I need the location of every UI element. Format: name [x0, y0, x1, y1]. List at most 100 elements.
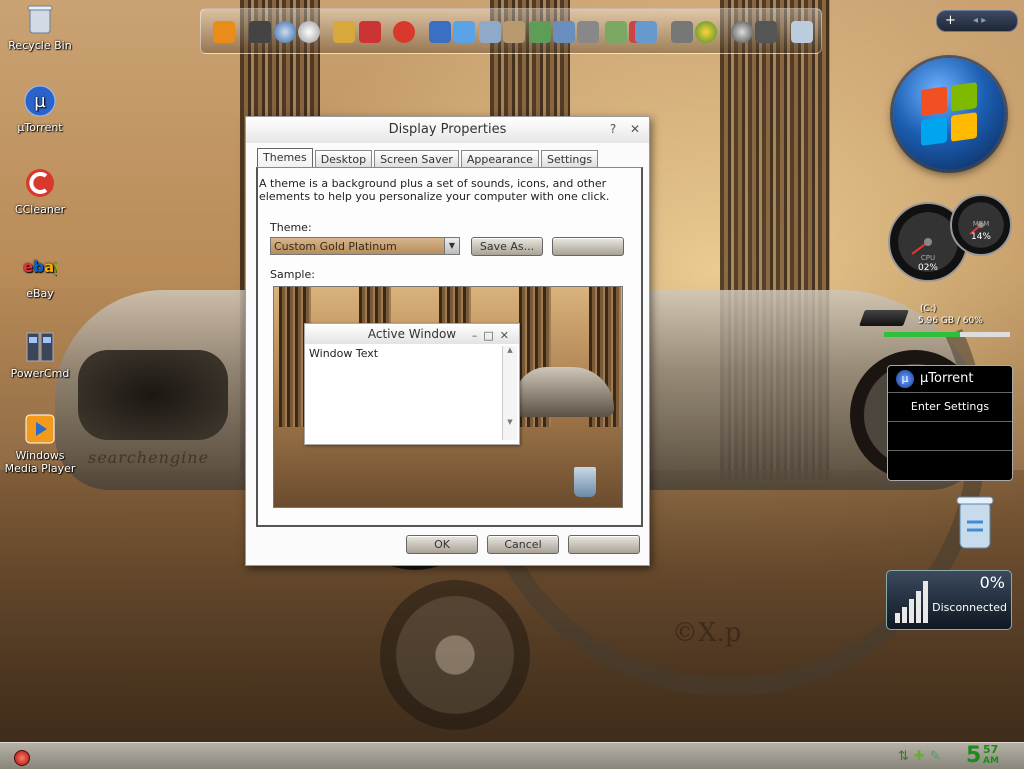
- desktop-icon-media-player[interactable]: Windows Media Player: [4, 412, 76, 475]
- calendar-dock-icon[interactable]: [479, 21, 501, 43]
- clock-hour[interactable]: 5: [966, 743, 981, 769]
- tab-themes[interactable]: Themes: [257, 148, 313, 168]
- apply-button[interactable]: [568, 535, 640, 554]
- cpu-gauge-value: 02%: [917, 263, 938, 273]
- system-tray: ⇅ ✚ ✎: [898, 746, 941, 766]
- drive-name: (C:): [920, 304, 937, 314]
- desktop-icon-label: Recycle Bin: [8, 39, 72, 52]
- tools-tray-icon[interactable]: ✎: [930, 749, 941, 764]
- clock-ampm: AM: [983, 756, 999, 766]
- recycle-bin-icon: [23, 2, 57, 36]
- theme-select-value: Custom Gold Platinum: [274, 240, 397, 253]
- taskbar: ⇅ ✚ ✎ 5 57 AM: [0, 742, 1024, 769]
- ebay-icon: ebay: [23, 250, 57, 284]
- dialog-title: Display Properties: [388, 122, 507, 137]
- drive-usage: 5.96 GB / 60%: [918, 316, 983, 326]
- help-button[interactable]: ?: [605, 121, 621, 137]
- close-button[interactable]: ✕: [627, 121, 643, 137]
- desktop-icon-label: CCleaner: [14, 203, 66, 216]
- utorrent-gadget-title: µTorrent: [920, 371, 974, 386]
- clock-minute: 57: [983, 743, 999, 756]
- theme-select[interactable]: Custom Gold Platinum ▼: [270, 237, 460, 255]
- drive-usage-bar: [884, 332, 1010, 337]
- memory-gauge: MEM 14%: [950, 194, 1012, 256]
- signal-bars-icon: [895, 579, 935, 623]
- power-dock-icon[interactable]: [731, 21, 753, 43]
- tab-desktop[interactable]: Desktop: [314, 150, 373, 168]
- sample-active-window: Active Window –□✕ Window Text ▲ ▼: [304, 323, 520, 445]
- desktop-icon-ebay[interactable]: ebay eBay: [4, 250, 76, 300]
- wallpaper-wheel-reflection: [380, 580, 530, 730]
- sample-recycle-bin-icon: [574, 467, 596, 497]
- drive-gadget: (C:) 5.96 GB / 60%: [859, 300, 1012, 340]
- desktop-icon-label: eBay: [26, 287, 54, 300]
- tab-settings[interactable]: Settings: [540, 150, 599, 168]
- powercmd-icon: [23, 330, 57, 364]
- books-dock-icon[interactable]: [359, 21, 381, 43]
- palette-dock-icon[interactable]: [333, 21, 355, 43]
- desktop-icon-ccleaner[interactable]: CCleaner: [4, 166, 76, 216]
- add-gadget-button[interactable]: +: [945, 11, 956, 31]
- wallpaper-watermark: ©X.p: [672, 618, 742, 648]
- dialog-tabs: Themes Desktop Screen Saver Appearance S…: [257, 148, 600, 168]
- utorrent-logo-icon: µ: [896, 370, 914, 388]
- network-status: Disconnected: [932, 601, 1007, 614]
- settings-dock-icon[interactable]: [671, 21, 693, 43]
- start-button[interactable]: [14, 750, 30, 766]
- wallpaper-plate-text: searchengine: [88, 448, 210, 467]
- gadget-nav-arrows[interactable]: ◂ ▸: [973, 11, 986, 31]
- network-gadget: 0% Disconnected: [886, 570, 1012, 630]
- desktop-icon-recycle-bin[interactable]: Recycle Bin: [4, 2, 76, 52]
- flash-dock-icon[interactable]: [274, 21, 296, 43]
- utorrent-gadget: µ µTorrent Enter Settings: [887, 365, 1013, 481]
- chevron-down-icon[interactable]: ▼: [444, 238, 459, 254]
- desktop-icon-powercmd[interactable]: PowerCmd: [4, 330, 76, 380]
- trash-dock-icon[interactable]: [791, 21, 813, 43]
- windows-orb[interactable]: [893, 58, 1005, 170]
- desktop-icon-label: Windows Media Player: [4, 449, 76, 475]
- memory-gauge-label: MEM: [972, 220, 990, 228]
- utorrent-empty-row: [888, 422, 1012, 451]
- notes-dock-icon[interactable]: [529, 21, 551, 43]
- clapper-dock-icon[interactable]: [249, 21, 271, 43]
- dialog-title-bar[interactable]: Display Properties ? ✕: [246, 117, 649, 143]
- document-dock-icon[interactable]: [453, 21, 475, 43]
- recycle-bin-gadget-icon[interactable]: [955, 492, 995, 552]
- media-player-dock-icon[interactable]: [213, 21, 235, 43]
- save-as-button[interactable]: Save As...: [471, 237, 543, 256]
- monitor-dock-icon[interactable]: [635, 21, 657, 43]
- drive-usage-fill: [884, 332, 960, 337]
- sample-window-text: Window Text: [309, 347, 379, 360]
- ccleaner-dock-icon[interactable]: [393, 21, 415, 43]
- tab-screen-saver[interactable]: Screen Saver: [374, 150, 459, 168]
- utorrent-enter-settings[interactable]: Enter Settings: [888, 393, 1012, 422]
- sidebar-controls: + ◂ ▸: [936, 10, 1018, 32]
- network-tray-icon[interactable]: ⇅: [898, 749, 909, 764]
- cancel-button[interactable]: Cancel: [487, 535, 559, 554]
- tools-dock-icon[interactable]: [605, 21, 627, 43]
- network-percent: 0%: [979, 573, 1005, 592]
- tab-appearance[interactable]: Appearance: [460, 150, 539, 168]
- calculator-dock-icon[interactable]: [577, 21, 599, 43]
- utorrent-icon: µ: [23, 84, 57, 118]
- logo-dock-icon[interactable]: [695, 21, 717, 43]
- sample-label: Sample:: [270, 268, 315, 281]
- delete-button[interactable]: [552, 237, 624, 256]
- desktop-icon-label: µTorrent: [17, 121, 63, 134]
- memory-gauge-value: 14%: [970, 232, 991, 242]
- theme-description: A theme is a background plus a set of so…: [259, 177, 610, 203]
- desktop-icon-utorrent[interactable]: µ µTorrent: [4, 84, 76, 134]
- computer-dock-icon[interactable]: [553, 21, 575, 43]
- quick-launch-dock: [200, 8, 822, 54]
- desktop-icon-label: PowerCmd: [10, 367, 70, 380]
- volume-dock-icon[interactable]: [755, 21, 777, 43]
- cpu-gauge-label: CPU: [920, 254, 936, 262]
- sample-window-title-bar: Active Window –□✕: [305, 324, 519, 344]
- wallpaper-car-grille: [78, 350, 228, 440]
- ok-button[interactable]: OK: [406, 535, 478, 554]
- network-dock-icon[interactable]: [429, 21, 451, 43]
- update-tray-icon[interactable]: ✚: [914, 749, 925, 764]
- disc-dock-icon[interactable]: [298, 21, 320, 43]
- drive-chip-icon: [859, 310, 909, 326]
- user-dock-icon[interactable]: [503, 21, 525, 43]
